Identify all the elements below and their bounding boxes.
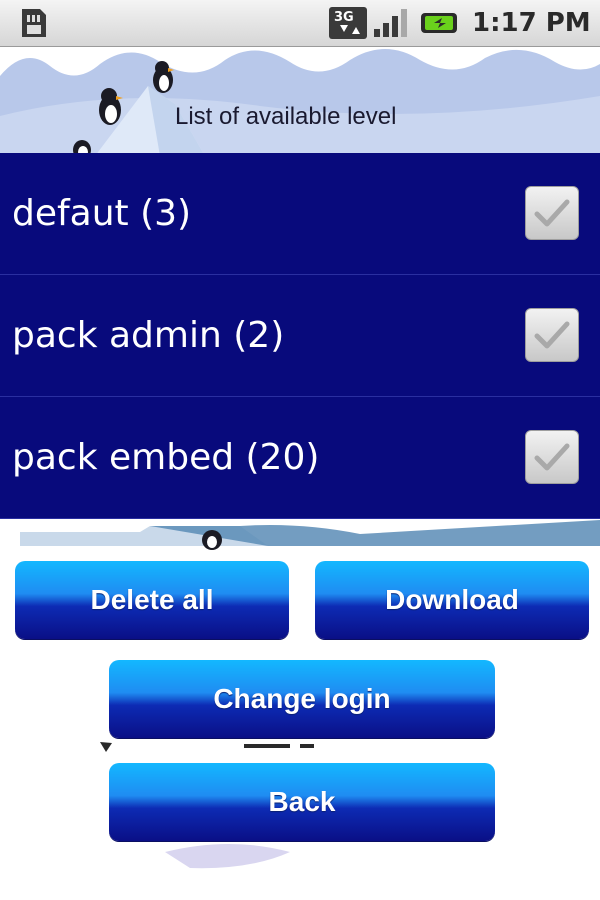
level-list: defaut (3) pack admin (2) pack embed (20… <box>0 153 600 519</box>
status-time: 1:17 PM <box>472 8 591 38</box>
level-label: pack admin (2) <box>12 315 285 356</box>
level-row-defaut[interactable]: defaut (3) <box>0 153 600 275</box>
level-label: defaut (3) <box>12 193 192 234</box>
3g-icon: 3G <box>329 7 367 39</box>
download-button[interactable]: Download <box>315 561 589 639</box>
level-checkbox[interactable] <box>525 308 579 362</box>
level-checkbox[interactable] <box>525 186 579 240</box>
delete-all-button[interactable]: Delete all <box>15 561 289 639</box>
signal-icon <box>374 9 407 37</box>
status-bar: 3G 1:17 PM <box>0 0 600 47</box>
battery-icon <box>421 13 457 33</box>
page-heading: List of available level <box>175 103 397 130</box>
back-button[interactable]: Back <box>109 763 495 841</box>
checkmark-icon <box>534 443 570 471</box>
level-row-pack-admin[interactable]: pack admin (2) <box>0 275 600 397</box>
svg-text:3G: 3G <box>334 10 354 25</box>
level-checkbox[interactable] <box>525 430 579 484</box>
checkmark-icon <box>534 321 570 349</box>
level-label: pack embed (20) <box>12 437 320 478</box>
change-login-button[interactable]: Change login <box>109 660 495 738</box>
checkmark-icon <box>534 199 570 227</box>
level-row-pack-embed[interactable]: pack embed (20) <box>0 397 600 519</box>
sd-card-icon <box>22 9 46 37</box>
